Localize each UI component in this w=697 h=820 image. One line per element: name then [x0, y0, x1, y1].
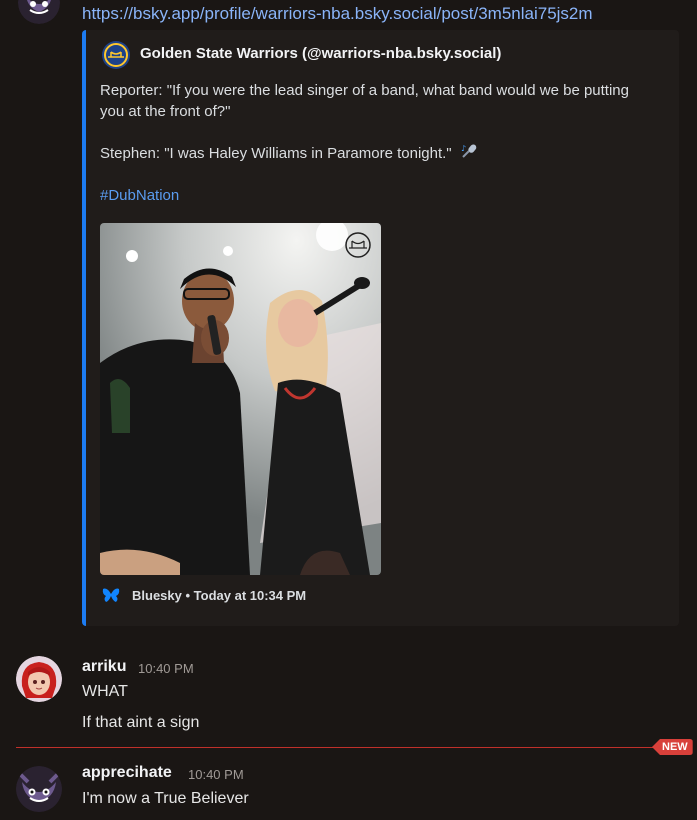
user-avatar-arriku[interactable]	[16, 656, 62, 702]
embed-text-line3-wrap: Stephen: "I was Haley Williams in Paramo…	[100, 143, 480, 165]
embed-text-line1: Reporter: "If you were the lead singer o…	[100, 82, 629, 99]
user-avatar-apprecihate[interactable]	[16, 766, 62, 812]
footer-time: Today at 10:34 PM	[193, 588, 307, 603]
message-text: If that aint a sign	[82, 714, 200, 731]
hashtag-link[interactable]: #DubNation	[100, 185, 179, 206]
footer-source: Bluesky	[132, 588, 182, 603]
post-link[interactable]: https://bsky.app/profile/warriors-nba.bs…	[82, 4, 593, 24]
footer-separator: •	[185, 588, 194, 603]
new-badge: NEW	[652, 739, 693, 755]
microphone-icon: ♪	[460, 143, 480, 165]
embed-photo[interactable]	[100, 223, 381, 575]
embed-footer: Bluesky • Today at 10:34 PM	[132, 588, 306, 603]
butterfly-icon	[102, 586, 120, 604]
embed-text-line3: Stephen: "I was Haley Williams in Paramo…	[100, 145, 452, 162]
new-messages-divider	[16, 747, 656, 748]
timestamp-arriku: 10:40 PM	[138, 661, 194, 676]
embed-author[interactable]: Golden State Warriors (@warriors-nba.bsk…	[140, 45, 501, 62]
user-avatar-top[interactable]	[18, 0, 60, 24]
svg-text:♪: ♪	[461, 144, 466, 153]
message-text: I'm now a True Believer	[82, 790, 249, 807]
warriors-logo-icon[interactable]	[102, 41, 130, 69]
message-text: WHAT	[82, 683, 128, 700]
embed-card: Golden State Warriors (@warriors-nba.bsk…	[82, 30, 679, 626]
username-arriku[interactable]: arriku	[82, 658, 126, 676]
timestamp-apprecihate: 10:40 PM	[188, 767, 244, 782]
embed-text-line2: you at the front of?"	[100, 103, 231, 120]
username-apprecihate[interactable]: apprecihate	[82, 764, 172, 782]
